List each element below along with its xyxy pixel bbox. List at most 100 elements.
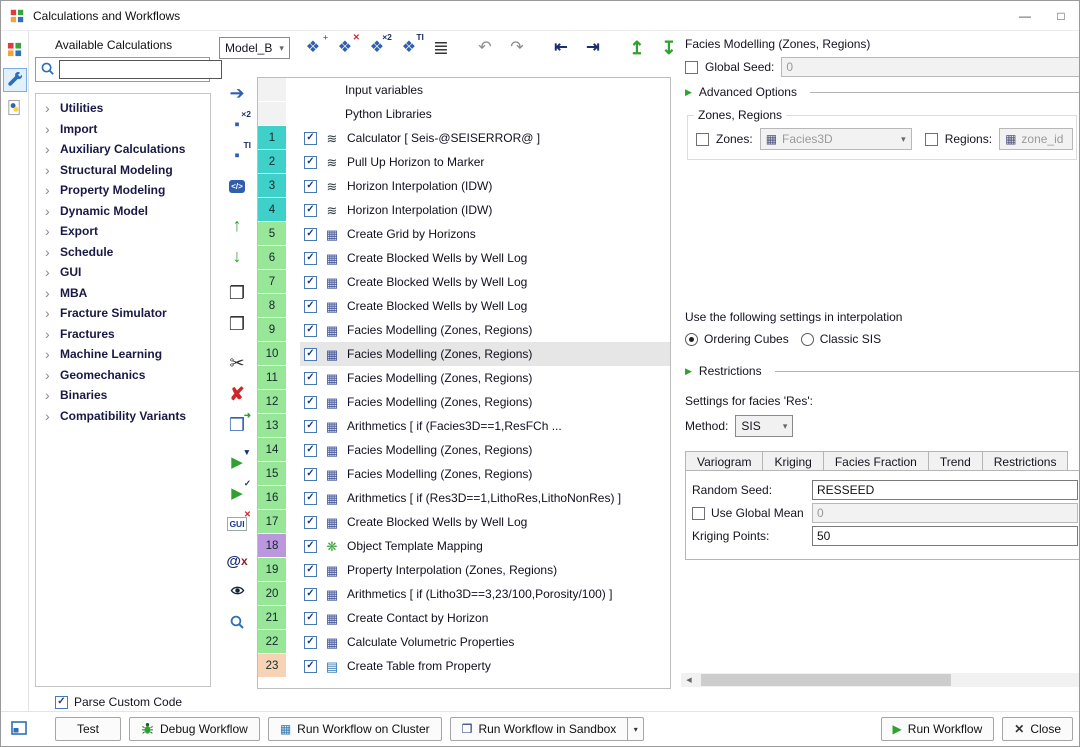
chevron-right-icon[interactable]: › [45,265,60,279]
radio-icon[interactable] [685,332,698,346]
workflow-library-button[interactable]: ≣ [428,35,454,61]
step-checkbox[interactable]: ✓ [304,395,317,409]
radio-icon[interactable] [800,332,814,346]
step-checkbox[interactable]: ✓ [304,371,317,385]
rail-python-scripts-button[interactable] [3,97,27,121]
regions-checkbox[interactable] [924,132,938,146]
cut-step-button[interactable]: ✂ [224,351,250,375]
workflow-step-row[interactable]: 23 ✓ ▤ Create Table from Property [258,654,670,678]
row-number-cell[interactable]: 11 [258,366,286,390]
step-checkbox[interactable]: ✓ [304,131,317,145]
workflow-step-row[interactable]: 17 ✓ ▦ Create Blocked Wells by Well Log [258,510,670,534]
row-number-cell[interactable]: 23 [258,654,286,678]
step-checkbox[interactable]: ✓ [304,323,317,337]
row-number-cell[interactable]: 4 [258,198,286,222]
copy-step-button[interactable]: ❐ [224,281,250,305]
row-body[interactable]: ✓ ▦ Arithmetics [ if (Facies3D==1,ResFCh… [300,414,670,438]
move-step-up-button[interactable]: ↑ [224,213,250,237]
workflow-step-row[interactable]: 2 ✓ ≋ Pull Up Horizon to Marker [258,150,670,174]
workflow-step-row[interactable]: 12 ✓ ▦ Facies Modelling (Zones, Regions) [258,390,670,414]
row-number-cell[interactable]: 18 [258,534,286,558]
expander-icon[interactable]: ▶ [685,366,692,377]
redo-button[interactable]: ↷ [504,35,530,61]
use-global-mean-checkbox[interactable] [692,506,705,520]
row-body[interactable]: ✓ ▦ Facies Modelling (Zones, Regions) [300,342,670,366]
row-number-cell[interactable]: 1 [258,126,286,150]
step-checkbox[interactable]: ✓ [304,563,317,577]
workflow-step-row[interactable]: 4 ✓ ≋ Horizon Interpolation (IDW) [258,198,670,222]
step-checkbox[interactable]: ✓ [304,611,317,625]
tree-item[interactable]: › Fracture Simulator [36,303,210,324]
settings-tab[interactable]: Restrictions [981,451,1069,471]
row-number-cell[interactable]: 3 [258,174,286,198]
row-number-cell[interactable]: 9 [258,318,286,342]
row-number-cell[interactable]: 15 [258,462,286,486]
method-combo[interactable]: SIS ▾ [735,415,794,437]
kriging-points-input[interactable] [812,526,1078,546]
row-body[interactable]: Python Libraries [300,102,670,126]
settings-tab[interactable]: Variogram [685,451,764,471]
search-input[interactable] [59,60,222,79]
scroll-left-button[interactable]: ◀ [681,673,697,687]
chevron-right-icon[interactable]: › [45,142,60,156]
close-button[interactable]: ✕ Close [1002,717,1073,741]
row-number-cell[interactable]: 10 [258,342,286,366]
rename-rows-button[interactable]: ▪ TI [224,141,251,167]
chevron-right-icon[interactable]: › [45,286,60,300]
test-button[interactable]: Test [55,717,121,741]
tree-item[interactable]: › Schedule [36,242,210,263]
row-body[interactable]: ✓ ❋ Object Template Mapping [300,534,670,558]
delete-step-button[interactable]: ❖ ✕ [332,33,360,61]
clear-variables-button[interactable]: @ x [224,549,250,573]
chevron-right-icon[interactable]: › [45,306,60,320]
move-step-down-button[interactable]: ↓ [224,244,250,268]
debug-workflow-button[interactable]: Debug Workflow [129,717,260,741]
chevron-right-icon[interactable]: › [45,409,60,423]
row-body[interactable]: ✓ ▦ Create Contact by Horizon [300,606,670,630]
tree-item[interactable]: › Utilities [36,98,210,119]
workflow-step-row[interactable]: 5 ✓ ▦ Create Grid by Horizons [258,222,670,246]
use-global-mean-input[interactable] [812,503,1078,523]
row-body[interactable]: ✓ ▦ Create Blocked Wells by Well Log [300,510,670,534]
step-checkbox[interactable]: ✓ [304,299,317,313]
workflow-step-row[interactable]: 13 ✓ ▦ Arithmetics [ if (Facies3D==1,Res… [258,414,670,438]
row-number-cell[interactable]: 13 [258,414,286,438]
paste-step-button[interactable]: ❒ [224,312,250,336]
tree-item[interactable]: › Export [36,221,210,242]
chevron-right-icon[interactable]: › [45,388,60,402]
tree-item[interactable]: › Compatibility Variants [36,406,210,427]
row-number-cell[interactable]: 16 [258,486,286,510]
zones-checkbox[interactable] [696,132,709,146]
go-last-step-button[interactable]: ⇥ [580,35,606,61]
tree-item[interactable]: › Import [36,119,210,140]
radio-option[interactable]: Ordering Cubes [685,332,789,346]
row-number-cell[interactable]: 20 [258,582,286,606]
row-body[interactable]: ✓ ▦ Facies Modelling (Zones, Regions) [300,366,670,390]
edit-code-button[interactable]: </> [224,174,250,198]
global-seed-input[interactable] [781,57,1079,77]
workflow-step-row[interactable]: 3 ✓ ≋ Horizon Interpolation (IDW) [258,174,670,198]
row-number-cell[interactable]: 22 [258,630,286,654]
workflow-step-row[interactable]: 8 ✓ ▦ Create Blocked Wells by Well Log [258,294,670,318]
workflow-step-row[interactable]: 16 ✓ ▦ Arithmetics [ if (Res3D==1,LithoR… [258,486,670,510]
workflow-step-row[interactable]: 20 ✓ ▦ Arithmetics [ if (Litho3D==3,23/1… [258,582,670,606]
row-body[interactable]: ✓ ≋ Horizon Interpolation (IDW) [300,198,670,222]
maximize-button[interactable]: □ [1043,1,1079,30]
row-body[interactable]: ✓ ▦ Calculate Volumetric Properties [300,630,670,654]
row-number-cell[interactable] [258,78,286,102]
chevron-right-icon[interactable]: › [45,183,60,197]
preview-button[interactable] [224,580,250,604]
run-workflow-cluster-button[interactable]: ▦ Run Workflow on Cluster [267,717,442,741]
run-workflow-button[interactable]: ▶ Run Workflow [880,717,995,741]
row-body[interactable]: ✓ ▦ Arithmetics [ if (Res3D==1,LithoRes,… [300,486,670,510]
row-body[interactable]: ✓ ≋ Pull Up Horizon to Marker [300,150,670,174]
model-selector[interactable]: Model_B ▾ [219,37,290,59]
step-checkbox[interactable]: ✓ [304,443,317,457]
row-number-cell[interactable]: 12 [258,390,286,414]
run-checked-button[interactable]: ▶ ✓ [224,479,251,505]
rail-workflows-button[interactable] [2,68,27,92]
workflow-step-row[interactable]: 6 ✓ ▦ Create Blocked Wells by Well Log [258,246,670,270]
minimize-button[interactable]: — [1007,1,1043,30]
row-body[interactable]: ✓ ▦ Arithmetics [ if (Litho3D==3,23/100,… [300,582,670,606]
duplicate-step-button[interactable]: ❖ ×2 [364,33,392,61]
